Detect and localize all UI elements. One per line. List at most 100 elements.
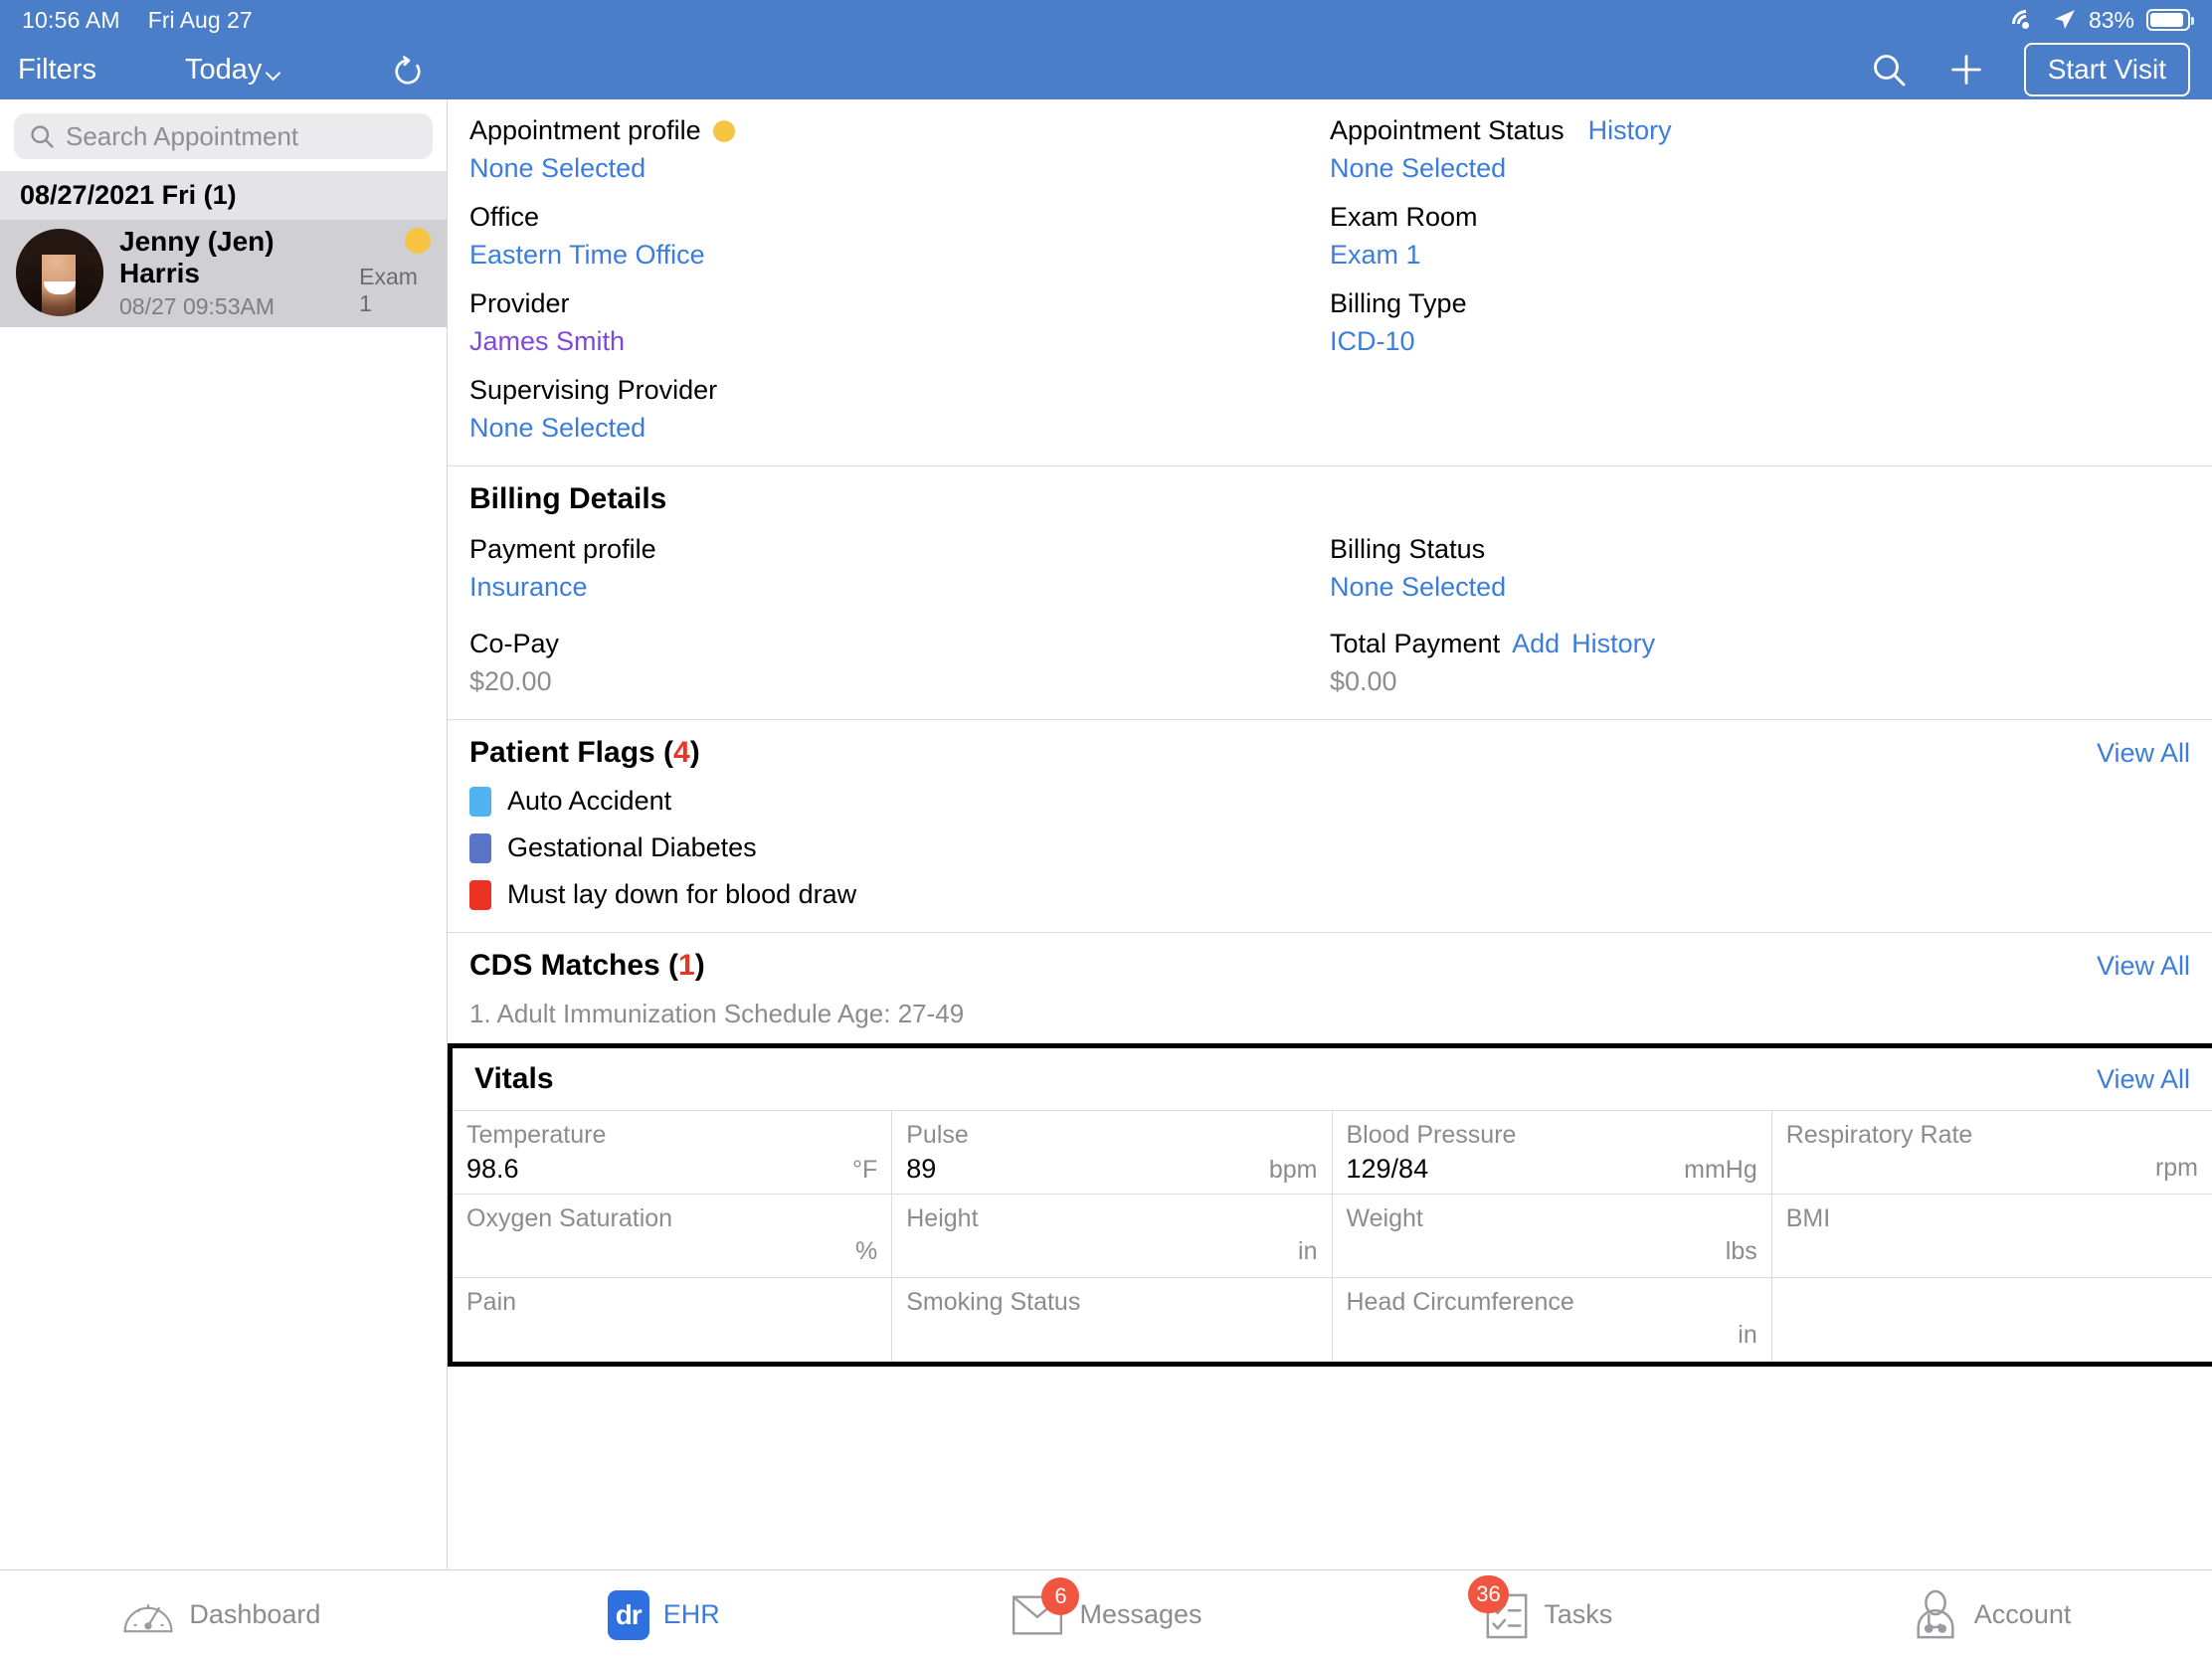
ehr-dr-icon: dr (607, 1589, 649, 1640)
vital-cell-oxygen-saturation[interactable]: Oxygen Saturation % (453, 1195, 893, 1278)
field-copay: Co-Pay $20.00 (469, 629, 1330, 697)
dashboard-gauge-icon (123, 1603, 173, 1632)
wifi-icon (2006, 4, 2046, 44)
tab-label: Dashboard (189, 1599, 321, 1629)
billing-status-label: Billing Status (1330, 534, 1486, 564)
list-item[interactable]: Auto Accident (469, 786, 2190, 817)
appointment-status-history-link[interactable]: History (1588, 115, 1672, 146)
app-root: 10:56 AM Fri Aug 27 83% Filters Today St… (0, 0, 2212, 1659)
exam-room-label: Exam 1 (359, 264, 418, 316)
refresh-button[interactable] (390, 54, 426, 94)
nav-right-group: Start Visit (1869, 43, 2212, 96)
refresh-icon (395, 56, 421, 85)
vital-cell-temperature[interactable]: Temperature 98.6 °F (453, 1111, 893, 1195)
search-button[interactable] (1869, 50, 1909, 90)
patient-flags-view-all-link[interactable]: View All (2097, 738, 2190, 769)
flag-label: Must lay down for blood draw (507, 879, 857, 909)
plus-icon (1950, 55, 1981, 85)
avatar (16, 229, 103, 316)
nav-left-group: Filters Today (0, 40, 448, 99)
cds-matches-view-all-link[interactable]: View All (2097, 951, 2190, 982)
exam-room-value[interactable]: Exam 1 (1330, 240, 2190, 271)
vital-cell-pain[interactable]: Pain (453, 1278, 893, 1362)
field-billing-status: Billing Status None Selected (1330, 534, 2190, 603)
appointment-meta: Jenny (Jen) Harris 08/27 09:53AM (119, 226, 343, 320)
vitals-view-all-link[interactable]: View All (2097, 1064, 2190, 1095)
status-indicators: 83% (2006, 4, 2194, 44)
vital-cell-smoking-status[interactable]: Smoking Status (892, 1278, 1333, 1362)
payment-profile-value[interactable]: Insurance (469, 572, 1330, 603)
payment-profile-label: Payment profile (469, 534, 656, 564)
field-appointment-profile: Appointment profile None Selected (469, 115, 1330, 184)
vital-cell-blood-pressure[interactable]: Blood Pressure 129/84 mmHg (1332, 1111, 1772, 1195)
field-supervising-provider: Supervising Provider None Selected (469, 375, 1330, 444)
add-appointment-button[interactable] (1946, 50, 1986, 90)
flag-label: Auto Accident (507, 786, 672, 816)
appointment-list-item[interactable]: Jenny (Jen) Harris 08/27 09:53AM Exam 1 (0, 220, 447, 327)
field-provider: Provider James Smith (469, 288, 1330, 357)
billing-status-value[interactable]: None Selected (1330, 572, 2190, 603)
tab-tasks[interactable]: 36 Tasks (1327, 1574, 1769, 1641)
search-input[interactable]: Search Appointment (14, 113, 433, 159)
cds-matches-count: 1 (678, 949, 695, 982)
bottom-tab-bar: Dashboard dr EHR 6 Messages 36 Tasks Acc… (0, 1569, 2212, 1659)
tab-label: EHR (662, 1599, 720, 1629)
status-bar: 10:56 AM Fri Aug 27 83% (0, 0, 2212, 44)
field-payment-profile: Payment profile Insurance (469, 534, 1330, 603)
appointment-info-section: Appointment profile None Selected Office… (448, 99, 2212, 466)
messages-badge: 6 (1041, 1576, 1080, 1615)
vital-cell-pulse[interactable]: Pulse 89 bpm (892, 1111, 1333, 1195)
main-body: Search Appointment 08/27/2021 Fri (1) Je… (0, 99, 2212, 1569)
vital-cell-bmi[interactable]: BMI (1771, 1195, 2212, 1278)
copay-label: Co-Pay (469, 629, 560, 658)
total-payment-history-link[interactable]: History (1571, 629, 1655, 659)
appointment-status-label: Appointment Status (1330, 115, 1565, 145)
flag-label: Gestational Diabetes (507, 832, 757, 862)
tab-ehr[interactable]: dr EHR (443, 1589, 885, 1640)
doctor-avatar-icon (1917, 1589, 1954, 1638)
billing-left-column: Payment profile Insurance Co-Pay $20.00 (469, 534, 1330, 697)
status-date: Fri Aug 27 (147, 6, 253, 33)
billing-type-value[interactable]: ICD-10 (1330, 326, 2190, 357)
vital-cell-head-circumference[interactable]: Head Circumference in (1333, 1278, 1772, 1362)
battery-percent: 83% (2088, 6, 2134, 33)
supervising-provider-value[interactable]: None Selected (469, 413, 1330, 444)
patient-flags-title: Patient Flags (4) (469, 736, 700, 769)
list-item[interactable]: Must lay down for blood draw (469, 879, 2190, 910)
billing-details-section: Billing Details Payment profile Insuranc… (448, 466, 2212, 720)
vitals-grid: Temperature 98.6 °F Pulse 89 bpm Blood Pre… (453, 1110, 2212, 1362)
filters-button[interactable]: Filters (18, 54, 96, 87)
total-payment-add-link[interactable]: Add (1512, 629, 1560, 659)
patient-flags-count: 4 (673, 736, 690, 769)
field-billing-type: Billing Type ICD-10 (1330, 288, 2190, 357)
tab-dashboard[interactable]: Dashboard (0, 1591, 443, 1639)
vital-cell-empty[interactable] (1772, 1278, 2212, 1362)
provider-value[interactable]: James Smith (469, 326, 1330, 357)
billing-type-label: Billing Type (1330, 288, 1467, 318)
cds-matches-section: CDS Matches (1) View All 1. Adult Immuni… (448, 933, 2212, 1043)
flag-color-swatch (469, 879, 491, 910)
tasks-badge: 36 (1468, 1574, 1509, 1613)
appointment-status-value[interactable]: None Selected (1330, 153, 2190, 184)
tab-account[interactable]: Account (1769, 1589, 2212, 1641)
office-value[interactable]: Eastern Time Office (469, 240, 1330, 271)
field-exam-room: Exam Room Exam 1 (1330, 202, 2190, 271)
tab-messages[interactable]: 6 Messages (885, 1576, 1328, 1637)
list-item[interactable]: 1. Adult Immunization Schedule Age: 27-4… (469, 999, 2190, 1029)
vital-cell-respiratory-rate[interactable]: Respiratory Rate rpm (1771, 1111, 2212, 1195)
flag-color-swatch (469, 786, 491, 817)
vital-cell-weight[interactable]: Weight lbs (1332, 1195, 1772, 1278)
search-icon (1873, 55, 1906, 87)
search-container: Search Appointment (0, 99, 447, 171)
appointment-profile-value[interactable]: None Selected (469, 153, 1330, 184)
status-time: 10:56 AM (22, 6, 120, 33)
office-label: Office (469, 202, 540, 232)
copay-value: $20.00 (469, 666, 552, 696)
start-visit-button[interactable]: Start Visit (2023, 43, 2190, 96)
nav-bar: Filters Today Start Visit (0, 40, 2212, 99)
tab-label: Messages (1079, 1599, 1202, 1629)
field-office: Office Eastern Time Office (469, 202, 1330, 271)
today-dropdown[interactable]: Today (185, 54, 281, 87)
list-item[interactable]: Gestational Diabetes (469, 832, 2190, 863)
vital-cell-height[interactable]: Height in (892, 1195, 1333, 1278)
